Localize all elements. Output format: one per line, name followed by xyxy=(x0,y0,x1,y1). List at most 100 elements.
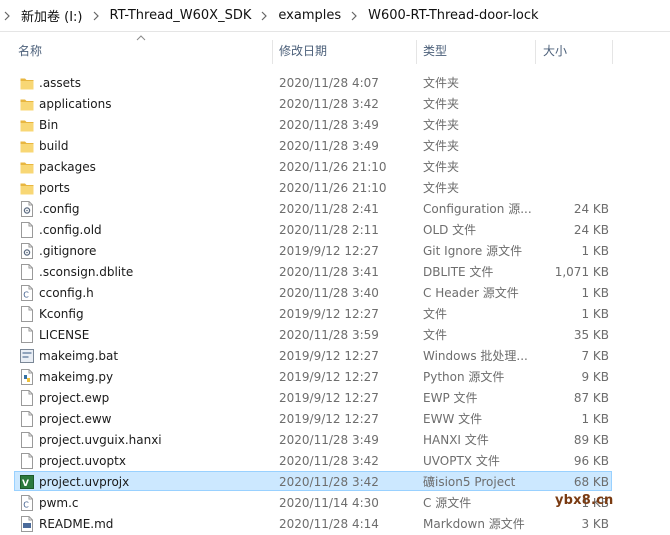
file-size xyxy=(535,136,609,156)
file-row[interactable]: LICENSE 2020/11/28 3:59 文件 35 KB xyxy=(14,324,612,344)
file-name: .gitignore xyxy=(39,244,97,258)
file-modified-date: 2020/11/28 2:41 xyxy=(279,202,379,216)
file-modified-date: 2020/11/28 3:49 xyxy=(279,433,379,447)
file-row[interactable]: .assets 2020/11/28 4:07 文件夹 xyxy=(14,72,612,92)
breadcrumb-item[interactable]: 新加卷 (I:) xyxy=(19,6,85,25)
file-row[interactable]: Vproject.uvprojx 2020/11/28 3:42 礦ision5 P… xyxy=(14,471,612,491)
file-size xyxy=(535,94,609,114)
batch-file-icon xyxy=(20,348,34,364)
folder-icon xyxy=(20,96,34,112)
file-row[interactable]: Bin 2020/11/28 3:49 文件夹 xyxy=(14,114,612,134)
svg-text:V: V xyxy=(22,479,29,489)
column-header-name[interactable]: 名称 xyxy=(18,36,42,66)
column-header-date[interactable]: 修改日期 xyxy=(279,36,327,66)
column-divider[interactable] xyxy=(612,40,613,64)
folder-icon xyxy=(20,117,34,133)
file-name: makeimg.py xyxy=(39,370,114,384)
python-file-icon xyxy=(20,369,34,385)
column-header-size[interactable]: 大小 xyxy=(543,36,567,66)
column-divider[interactable] xyxy=(272,40,273,64)
file-row[interactable]: project.uvoptx 2020/11/28 3:42 UVOPTX 文件 96… xyxy=(14,450,612,470)
file-modified-date: 2019/9/12 12:27 xyxy=(279,349,379,363)
file-row[interactable]: makeimg.py 2019/9/12 12:27 Python 源文件 9 KB xyxy=(14,366,612,386)
file-type: DBLITE 文件 xyxy=(423,265,494,279)
file-name: README.md xyxy=(39,517,114,531)
file-row[interactable]: .sconsign.dblite 2020/11/28 3:41 DBLITE 文件… xyxy=(14,261,612,281)
file-modified-date: 2020/11/26 21:10 xyxy=(279,181,387,195)
file-row[interactable]: ports 2020/11/26 21:10 文件夹 xyxy=(14,177,612,197)
file-size: 96 KB xyxy=(573,454,609,468)
folder-icon xyxy=(20,138,34,154)
file-type: Git Ignore 源文件 xyxy=(423,244,523,258)
file-row[interactable]: project.ewp 2019/9/12 12:27 EWP 文件 87 KB xyxy=(14,387,612,407)
file-row[interactable]: packages 2020/11/26 21:10 文件夹 xyxy=(14,156,612,176)
breadcrumb-item[interactable]: examples xyxy=(276,8,343,23)
file-type: EWW 文件 xyxy=(423,412,483,426)
file-row[interactable]: README.md 2020/11/28 4:14 Markdown 源文件 3 KB xyxy=(14,513,612,533)
file-size: 24 KB xyxy=(573,202,609,216)
breadcrumb-item[interactable]: W600-RT-Thread-door-lock xyxy=(366,8,540,23)
file-type: Python 源文件 xyxy=(423,370,505,384)
watermark-text: ybx8.cn xyxy=(555,493,614,508)
file-modified-date: 2020/11/26 21:10 xyxy=(279,160,387,174)
blank-file-icon xyxy=(20,390,34,406)
file-name: .sconsign.dblite xyxy=(39,265,134,279)
file-row[interactable]: Cpwm.c 2020/11/14 4:30 C 源文件 1 KB xyxy=(14,492,612,512)
file-row[interactable]: project.eww 2019/9/12 12:27 EWW 文件 1 KB xyxy=(14,408,612,428)
file-name: ports xyxy=(39,181,70,195)
file-modified-date: 2020/11/28 3:40 xyxy=(279,286,379,300)
file-row[interactable]: .config 2020/11/28 2:41 Configuration 源...… xyxy=(14,198,612,218)
file-modified-date: 2020/11/28 4:07 xyxy=(279,76,379,90)
blank-file-icon xyxy=(20,222,34,238)
file-type: 文件夹 xyxy=(423,139,460,153)
file-type: 文件夹 xyxy=(423,76,460,90)
file-type: 文件夹 xyxy=(423,181,460,195)
file-row[interactable]: project.uvguix.hanxi 2020/11/28 3:49 HANXI… xyxy=(14,429,612,449)
file-type: 文件 xyxy=(423,328,448,342)
chevron-right-icon[interactable] xyxy=(343,11,366,21)
address-breadcrumb: 新加卷 (I:) RT-Thread_W60X_SDK examples W600-R… xyxy=(0,0,670,32)
file-modified-date: 2020/11/28 4:14 xyxy=(279,517,379,531)
file-modified-date: 2020/11/28 3:49 xyxy=(279,118,379,132)
c-source-file-icon: C xyxy=(20,285,34,301)
markdown-file-icon xyxy=(20,516,34,532)
chevron-right-icon[interactable] xyxy=(253,11,276,21)
file-type: Windows 批处理... xyxy=(423,349,528,363)
file-row[interactable]: .config.old 2020/11/28 2:11 OLD 文件 24 KB xyxy=(14,219,612,239)
file-size: 1 KB xyxy=(581,307,609,321)
chevron-right-icon[interactable] xyxy=(85,11,108,21)
file-modified-date: 2019/9/12 12:27 xyxy=(279,244,379,258)
config-file-icon xyxy=(20,243,34,259)
column-header-type[interactable]: 类型 xyxy=(423,36,447,66)
file-size: 1 KB xyxy=(581,286,609,300)
file-name: applications xyxy=(39,97,112,111)
file-modified-date: 2020/11/14 4:30 xyxy=(279,496,379,510)
file-row[interactable]: Kconfig 2019/9/12 12:27 文件 1 KB xyxy=(14,303,612,323)
file-name: project.uvguix.hanxi xyxy=(39,433,162,447)
breadcrumb-item[interactable]: RT-Thread_W60X_SDK xyxy=(108,8,254,23)
config-file-icon xyxy=(20,201,34,217)
file-type: 文件夹 xyxy=(423,118,460,132)
folder-icon xyxy=(20,180,34,196)
file-name: project.uvoptx xyxy=(39,454,126,468)
file-row[interactable]: build 2020/11/28 3:49 文件夹 xyxy=(14,135,612,155)
chevron-right-icon[interactable] xyxy=(0,11,19,21)
file-row[interactable]: .gitignore 2019/9/12 12:27 Git Ignore 源文件 1… xyxy=(14,240,612,260)
c-source-file-icon: C xyxy=(20,495,34,511)
file-size: 1,071 KB xyxy=(554,265,609,279)
file-row[interactable]: makeimg.bat 2019/9/12 12:27 Windows 批处理...… xyxy=(14,345,612,365)
file-size xyxy=(535,157,609,177)
column-divider[interactable] xyxy=(416,40,417,64)
file-row[interactable]: Ccconfig.h 2020/11/28 3:40 C Header 源文件 1 K… xyxy=(14,282,612,302)
file-name: pwm.c xyxy=(39,496,79,510)
file-size: 89 KB xyxy=(573,433,609,447)
column-divider[interactable] xyxy=(535,40,536,64)
file-type: C Header 源文件 xyxy=(423,286,519,300)
file-row[interactable]: applications 2020/11/28 3:42 文件夹 xyxy=(14,93,612,113)
file-modified-date: 2020/11/28 3:59 xyxy=(279,328,379,342)
file-type: OLD 文件 xyxy=(423,223,477,237)
blank-file-icon xyxy=(20,306,34,322)
file-type: UVOPTX 文件 xyxy=(423,454,500,468)
column-header: 名称 修改日期 类型 大小 xyxy=(0,35,670,66)
file-type: HANXI 文件 xyxy=(423,433,489,447)
